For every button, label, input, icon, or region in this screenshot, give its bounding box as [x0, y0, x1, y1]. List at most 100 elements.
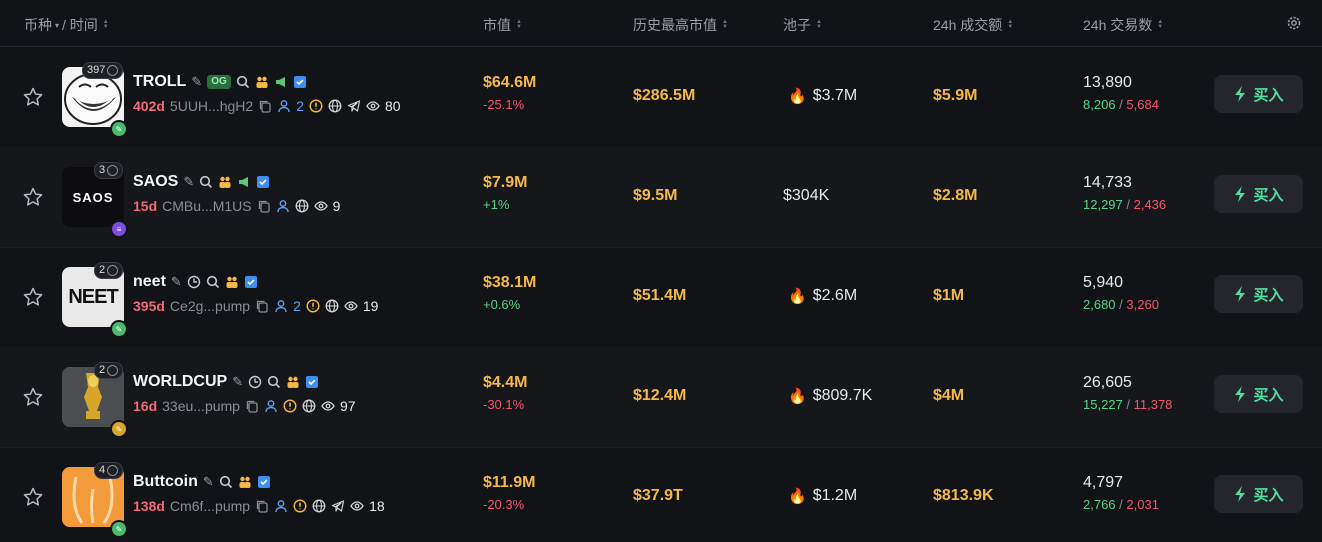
edit-icon[interactable]: ✎	[183, 174, 194, 190]
search-icon[interactable]	[219, 475, 233, 489]
eye-icon	[344, 301, 358, 311]
edit-icon[interactable]: ✎	[203, 474, 214, 490]
buy-button[interactable]: 买入	[1214, 175, 1303, 213]
users-icon	[226, 276, 238, 288]
header-coin-label[interactable]: 币种	[24, 15, 52, 35]
header-ath-label[interactable]: 历史最高市值	[633, 15, 717, 35]
globe-icon[interactable]	[328, 99, 342, 113]
star-icon[interactable]	[22, 286, 44, 308]
warning-icon[interactable]	[306, 299, 320, 313]
token-name[interactable]: neet	[133, 273, 166, 291]
sort-icon[interactable]: ▲ ▼	[722, 19, 728, 30]
buy-button[interactable]: 买入	[1214, 475, 1303, 513]
buy-label[interactable]: 买入	[1253, 284, 1283, 305]
warning-icon[interactable]	[309, 99, 323, 113]
search-icon[interactable]	[236, 75, 250, 89]
token-address[interactable]: Ce2g...pump	[170, 298, 250, 314]
globe-icon[interactable]	[295, 199, 309, 213]
verified-icon	[244, 276, 257, 288]
lightning-icon	[1235, 386, 1246, 402]
sells-count: 11,378	[1133, 397, 1173, 412]
telegram-icon[interactable]	[347, 99, 361, 113]
star-icon[interactable]	[22, 86, 44, 108]
megaphone-icon	[239, 177, 249, 187]
trades-total: 26,605	[1083, 374, 1132, 391]
table-row[interactable]: 2 ✎ WORLDCUP ✎ 16d 33eu...pump 97 $4.4M …	[0, 347, 1322, 448]
header-market-cap[interactable]: 市值 ▲ ▼	[483, 15, 522, 35]
table-row[interactable]: 397 ✎ TROLL ✎ OG 402d 5UUH...hgH2 2 80 $…	[0, 47, 1322, 148]
edit-icon[interactable]: ✎	[171, 274, 182, 290]
token-address[interactable]: 5UUH...hgH2	[170, 98, 253, 114]
buy-label[interactable]: 买入	[1253, 84, 1283, 105]
pool-value: $3.7M	[812, 87, 858, 104]
token-age: 395d	[133, 298, 165, 314]
token-address[interactable]: CMBu...M1US	[162, 198, 251, 214]
warning-icon[interactable]	[283, 399, 297, 413]
buy-label[interactable]: 买入	[1253, 384, 1283, 405]
buys-count: 8,206	[1083, 97, 1116, 112]
copy-icon[interactable]	[245, 399, 259, 413]
globe-icon[interactable]	[302, 399, 316, 413]
table-row[interactable]: SAOS 3 ≡ SAOS ✎ 15d CMBu...M1US 9 $7.9M …	[0, 147, 1322, 248]
header-volume[interactable]: 24h 成交额 ▲ ▼	[933, 15, 1013, 35]
table-row[interactable]: NEET 2 ✎ neet ✎ 395d Ce2g...pump 2 19 $3…	[0, 247, 1322, 348]
header-trades[interactable]: 24h 交易数 ▲ ▼	[1083, 15, 1163, 35]
header-ath[interactable]: 历史最高市值 ▲ ▼	[633, 15, 728, 35]
header-coin-time[interactable]: 币种 ▾ / 时间 ▲ ▼	[24, 15, 109, 35]
token-address[interactable]: Cm6f...pump	[170, 498, 250, 514]
avatar-text: SAOS	[72, 189, 114, 205]
buy-button[interactable]: 买入	[1214, 375, 1303, 413]
header-market-cap-label[interactable]: 市值	[483, 15, 511, 35]
sort-icon[interactable]: ▲ ▼	[516, 19, 522, 30]
token-name[interactable]: SAOS	[133, 173, 178, 191]
table-row[interactable]: 4 ✎ Buttcoin ✎ 138d Cm6f...pump 18 $11.9…	[0, 447, 1322, 542]
warning-icon[interactable]	[293, 499, 307, 513]
market-cap-value: $64.6M	[483, 74, 537, 91]
edit-icon[interactable]: ✎	[232, 374, 243, 390]
header-pool[interactable]: 池子 ▲ ▼	[783, 15, 822, 35]
token-name[interactable]: WORLDCUP	[133, 373, 227, 391]
globe-icon[interactable]	[312, 499, 326, 513]
search-icon[interactable]	[199, 175, 213, 189]
buy-button[interactable]: 买入	[1214, 75, 1303, 113]
volume-value: $2.8M	[933, 187, 978, 204]
star-icon[interactable]	[22, 386, 44, 408]
sort-icon[interactable]: ▲ ▼	[1007, 19, 1013, 30]
verified-icon	[293, 76, 306, 88]
clock-icon	[187, 275, 201, 289]
sort-icon[interactable]: ▲ ▼	[816, 19, 822, 30]
telegram-icon[interactable]	[331, 499, 345, 513]
token-name[interactable]: TROLL	[133, 73, 186, 91]
copy-icon[interactable]	[258, 99, 272, 113]
search-icon[interactable]	[267, 375, 281, 389]
star-icon[interactable]	[22, 186, 44, 208]
header-time-label[interactable]: / 时间	[62, 15, 98, 35]
buy-label[interactable]: 买入	[1253, 484, 1283, 505]
header-volume-label[interactable]: 24h 成交额	[933, 15, 1002, 35]
buy-button[interactable]: 买入	[1214, 275, 1303, 313]
copy-icon[interactable]	[255, 499, 269, 513]
token-name[interactable]: Buttcoin	[133, 473, 198, 491]
search-icon[interactable]	[206, 275, 220, 289]
buy-label[interactable]: 买入	[1253, 184, 1283, 205]
sort-icon[interactable]: ▲ ▼	[103, 19, 109, 30]
avatar-text: NEET	[68, 285, 118, 308]
edit-icon[interactable]: ✎	[191, 74, 202, 90]
copy-icon[interactable]	[257, 199, 271, 213]
header-pool-label[interactable]: 池子	[783, 15, 811, 35]
star-icon[interactable]	[22, 486, 44, 508]
market-cap-change: -20.3%	[483, 497, 525, 512]
copy-icon[interactable]	[255, 299, 269, 313]
watchers-count: 19	[362, 298, 379, 314]
users-icon	[287, 376, 299, 388]
sort-icon[interactable]: ▲ ▼	[1157, 19, 1163, 30]
token-name-line: WORLDCUP ✎	[133, 373, 319, 391]
caret-down-icon[interactable]: ▾	[55, 21, 59, 30]
gear-icon[interactable]	[1286, 15, 1302, 31]
market-cap-change: +1%	[483, 197, 510, 212]
token-name-line: Buttcoin ✎	[133, 473, 271, 491]
token-address[interactable]: 33eu...pump	[162, 398, 240, 414]
header-trades-label[interactable]: 24h 交易数	[1083, 15, 1152, 35]
sells-count: 3,260	[1126, 297, 1159, 312]
globe-icon[interactable]	[325, 299, 339, 313]
